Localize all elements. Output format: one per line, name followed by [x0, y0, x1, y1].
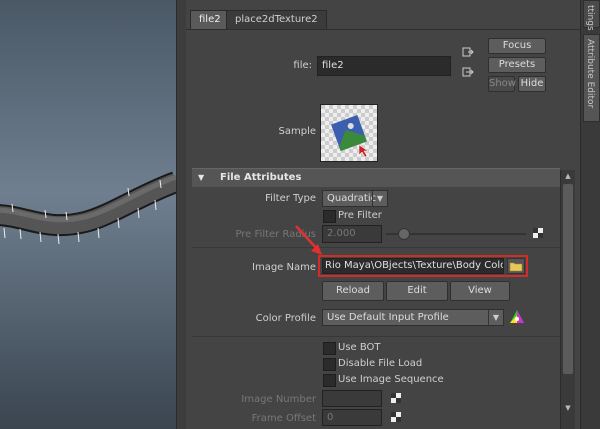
filter-type-dropdown[interactable]: Quadratic ▼ [322, 190, 388, 207]
tab-place2dtexture2[interactable]: place2dTexture2 [226, 10, 327, 29]
texture-map-icon[interactable] [391, 393, 401, 403]
tab-settings-label: ttings [585, 5, 595, 31]
attribute-scrollbar[interactable]: ▲ ▼ [560, 170, 575, 429]
pre-filter-label: Pre Filter [338, 210, 382, 221]
tab-attribute-editor-vertical[interactable]: Attribute Editor [583, 34, 600, 122]
frame-offset-field[interactable]: 0 [322, 409, 382, 426]
use-image-sequence-checkbox[interactable] [323, 374, 336, 387]
texture-map-icon[interactable] [533, 228, 543, 238]
output-connection-icon[interactable] [462, 66, 474, 81]
edit-button[interactable]: Edit [386, 281, 448, 301]
file-name-field[interactable]: file2 [317, 56, 451, 76]
filter-type-label: Filter Type [265, 193, 316, 204]
image-number-label: Image Number [241, 394, 316, 405]
tab-attribute-editor-label: Attribute Editor [585, 39, 595, 109]
tab-place2dtexture2-label: place2dTexture2 [235, 14, 318, 25]
disable-file-load-checkbox[interactable] [323, 358, 336, 371]
viewport-3d[interactable] [0, 0, 176, 429]
folder-icon [509, 262, 523, 272]
file-attributes-title: File Attributes [220, 172, 302, 183]
tab-file2-label: file2 [199, 14, 221, 25]
image-name-label: Image Name [252, 262, 316, 273]
scroll-down-arrow-icon[interactable]: ▼ [563, 404, 573, 412]
use-bot-label: Use BOT [338, 342, 381, 353]
hide-button[interactable]: Hide [518, 76, 546, 92]
use-image-sequence-label: Use Image Sequence [338, 374, 444, 385]
frame-offset-label: Frame Offset [251, 413, 316, 424]
image-number-field[interactable] [322, 390, 382, 407]
scrollbar-thumb[interactable] [563, 184, 573, 374]
color-profile-dropdown[interactable]: Use Default Input Profile ▼ [322, 309, 504, 326]
file-attributes-section-header[interactable]: ▼ File Attributes [192, 168, 560, 187]
tab-bar-divider [186, 29, 580, 30]
annotation-arrow-icon [295, 225, 322, 255]
chevron-down-icon: ▼ [372, 191, 387, 206]
sample-swatch[interactable] [320, 104, 378, 162]
scroll-up-arrow-icon[interactable]: ▲ [563, 172, 573, 180]
curve-object-drawing [0, 171, 176, 245]
sample-label: Sample [278, 126, 317, 137]
color-profile-label: Color Profile [255, 313, 316, 324]
tab-file2[interactable]: file2 [190, 10, 230, 29]
file-label: file: [293, 60, 312, 71]
input-connection-icon[interactable] [462, 46, 474, 61]
tab-settings-vertical[interactable]: ttings [583, 0, 600, 31]
use-bot-checkbox[interactable] [323, 342, 336, 355]
pre-filter-radius-slider-handle[interactable] [398, 228, 410, 240]
show-button[interactable]: Show [488, 76, 516, 92]
pre-filter-radius-field[interactable]: 2.000 [322, 225, 382, 243]
filter-type-value: Quadratic [327, 193, 377, 204]
image-name-field[interactable]: Rio Maya\OBjects\Texture\Body Color.PSD [322, 258, 504, 274]
color-wheel-icon[interactable] [509, 309, 525, 325]
disable-file-load-label: Disable File Load [338, 358, 423, 369]
texture-map-icon[interactable] [391, 412, 401, 422]
folder-browse-button[interactable] [507, 258, 525, 274]
chevron-down-icon: ▼ [488, 310, 503, 325]
divider [192, 247, 560, 248]
presets-button[interactable]: Presets [488, 57, 546, 73]
color-profile-value: Use Default Input Profile [327, 312, 449, 323]
divider [192, 336, 560, 337]
view-button[interactable]: View [450, 281, 510, 301]
collapse-triangle-icon[interactable]: ▼ [198, 169, 204, 187]
focus-button[interactable]: Focus [488, 38, 546, 54]
reload-button[interactable]: Reload [322, 281, 384, 301]
